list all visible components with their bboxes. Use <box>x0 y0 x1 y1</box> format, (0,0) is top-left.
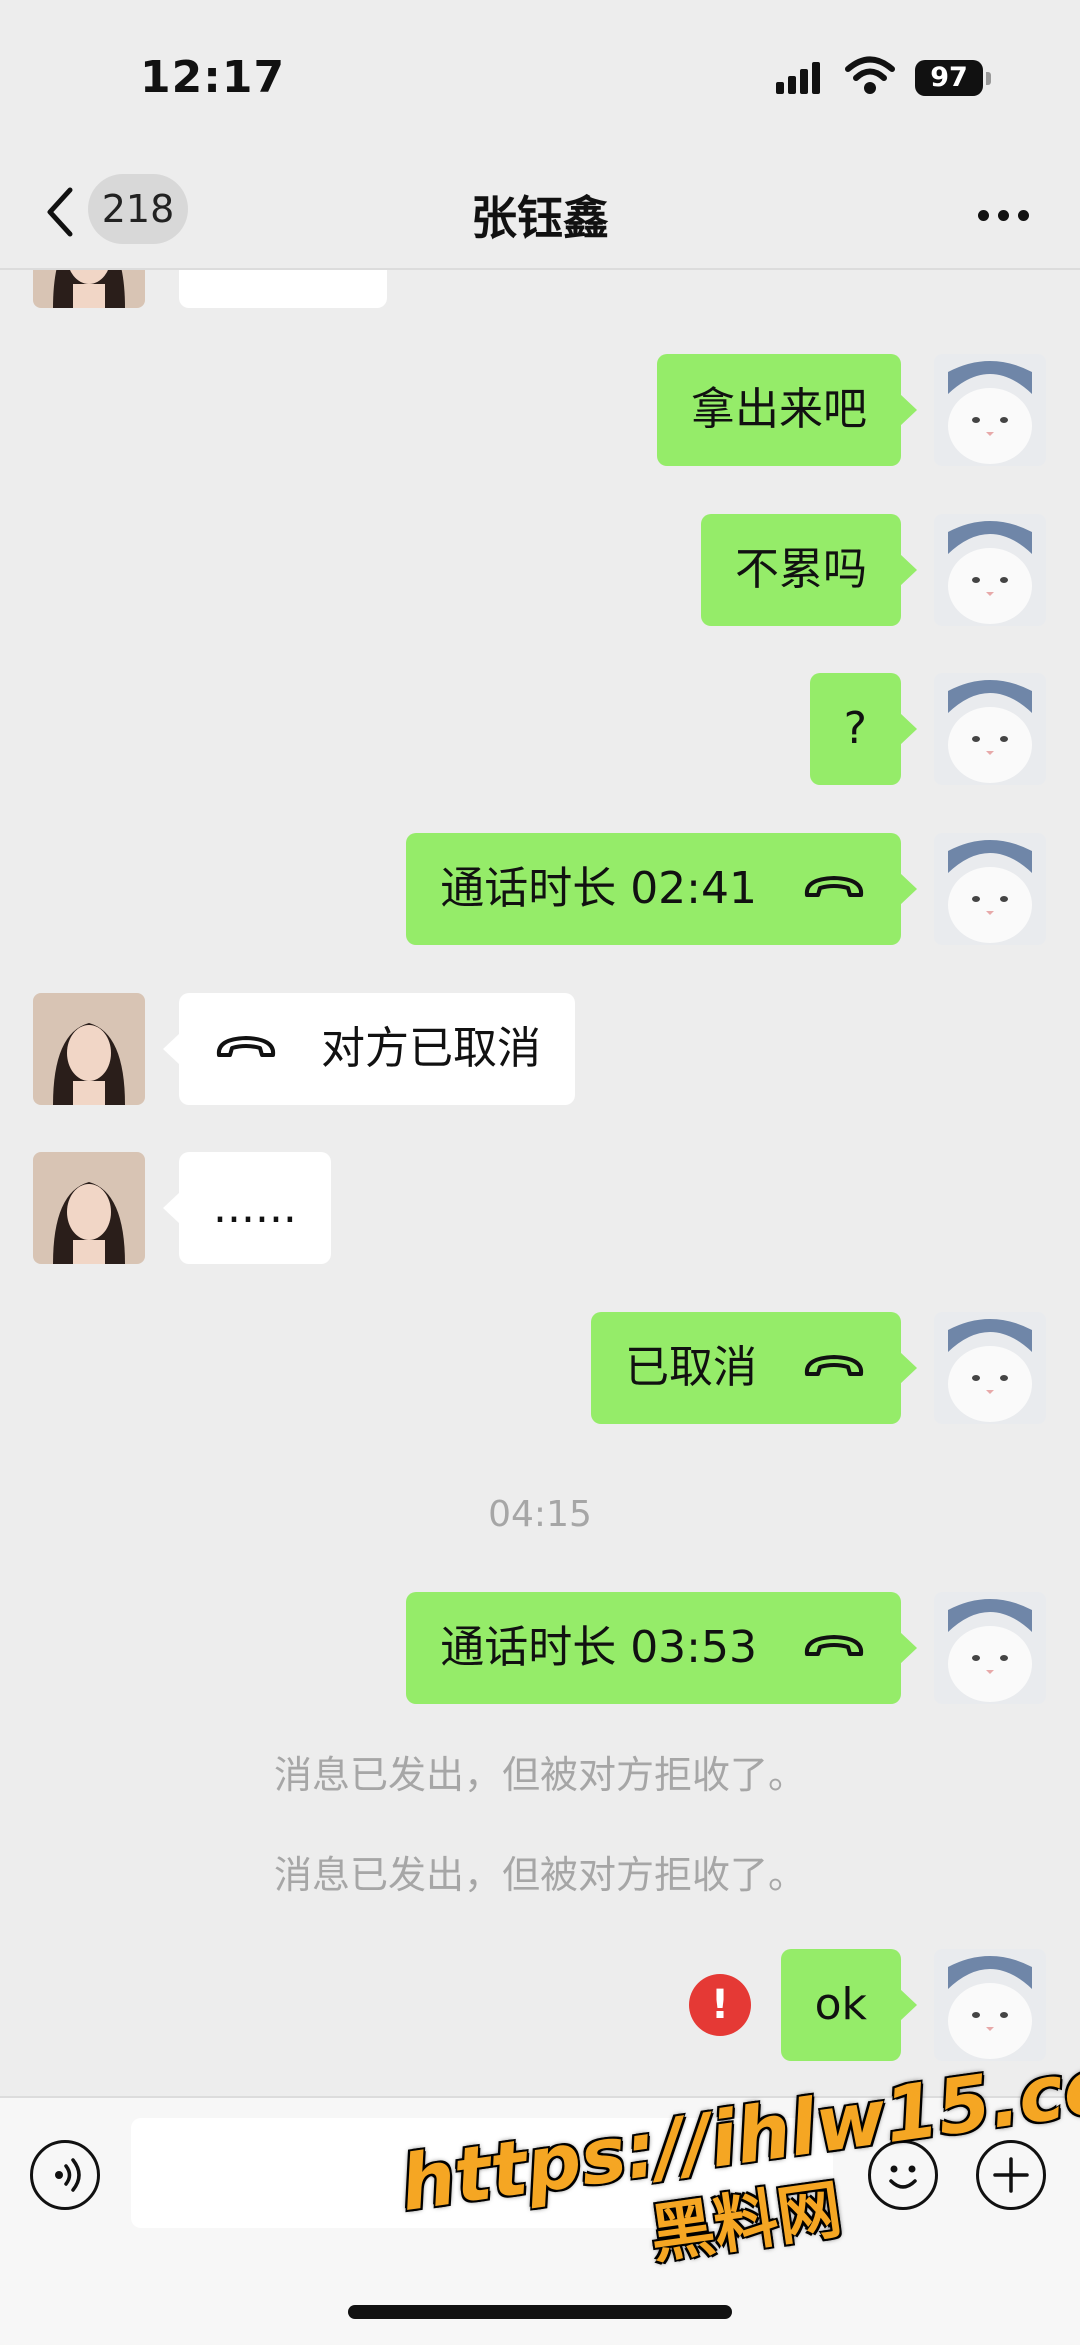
battery-indicator: 97 <box>915 60 983 96</box>
rejected-notice: 消息已发出，但被对方拒收了。 <box>273 1853 806 1897</box>
message-bubble-outgoing[interactable]: 拿出来吧 <box>657 354 917 466</box>
my-avatar[interactable] <box>934 1949 1046 2061</box>
phone-hangup-icon <box>804 1635 864 1656</box>
contact-avatar[interactable] <box>33 1152 145 1264</box>
status-bar: 12:17 97 <box>0 0 1080 160</box>
page-title: 张钰鑫 <box>471 191 609 245</box>
call-record-bubble[interactable]: 通话时长 03:53 <box>406 1592 917 1704</box>
call-record-bubble[interactable]: 对方已取消 <box>163 993 575 1105</box>
more-dot-icon <box>978 210 989 221</box>
my-avatar[interactable] <box>934 1592 1046 1704</box>
home-indicator[interactable] <box>348 2305 732 2319</box>
phone-hangup-icon <box>804 1355 864 1376</box>
call-status-text: 已取消 <box>625 1342 757 1393</box>
chat-header: 218 张钰鑫 <box>0 160 1080 270</box>
timestamp-divider: 04:15 <box>488 1494 592 1535</box>
phone-hangup-icon <box>216 1036 276 1057</box>
rejected-notice: 消息已发出，但被对方拒收了。 <box>273 1753 806 1797</box>
wifi-icon <box>845 56 895 94</box>
phone-hangup-icon <box>804 876 864 897</box>
message-bubble-outgoing[interactable]: 不累吗 <box>701 514 917 626</box>
contact-avatar[interactable] <box>33 993 145 1105</box>
my-avatar[interactable] <box>934 673 1046 785</box>
more-dot-icon <box>1018 210 1029 221</box>
call-duration-text: 通话时长 02:41 <box>440 863 757 914</box>
more-options-button[interactable] <box>960 200 1040 230</box>
send-failed-icon[interactable]: ! <box>689 1974 751 2036</box>
voice-wave-icon <box>55 2158 81 2192</box>
my-avatar[interactable] <box>934 354 1046 466</box>
call-duration-text: 通话时长 03:53 <box>440 1622 757 1673</box>
battery-tip <box>986 72 991 85</box>
message-bubble-incoming[interactable]: ...... <box>163 1152 331 1264</box>
clock: 12:17 <box>140 52 286 103</box>
message-bubble-outgoing[interactable]: ok <box>780 1949 918 2061</box>
my-avatar[interactable] <box>934 1312 1046 1424</box>
more-dot-icon <box>998 210 1009 221</box>
my-avatar[interactable] <box>934 833 1046 945</box>
cellular-signal-icon <box>776 62 820 94</box>
voice-input-button[interactable] <box>30 2140 100 2210</box>
call-record-bubble[interactable]: 已取消 <box>591 1312 917 1424</box>
call-status-text: 对方已取消 <box>321 1023 541 1074</box>
call-record-bubble[interactable]: 通话时长 02:41 <box>406 833 917 945</box>
my-avatar[interactable] <box>934 514 1046 626</box>
message-bubble-outgoing[interactable]: ? <box>809 673 918 785</box>
